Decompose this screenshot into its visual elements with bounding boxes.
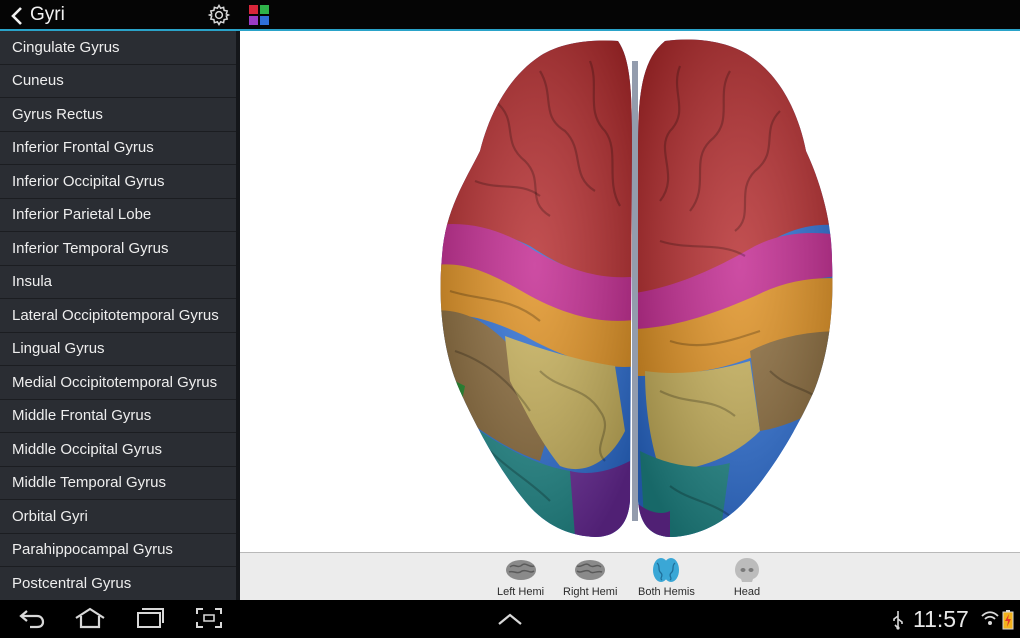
recent-apps-icon[interactable]	[135, 607, 165, 629]
status-clock: 11:57	[913, 606, 969, 632]
left-hemisphere-icon	[505, 560, 536, 580]
longitudinal-fissure	[632, 61, 638, 521]
home-icon[interactable]	[74, 607, 106, 629]
list-item[interactable]: Medial Occipitotemporal Gyrus	[0, 366, 239, 400]
battery-charging-icon	[1002, 610, 1014, 630]
action-bar: Gyri	[0, 0, 1020, 31]
head-icon	[735, 558, 759, 582]
both-hemis-button[interactable]: Both Hemis	[638, 557, 695, 598]
list-item[interactable]: Cingulate Gyrus	[0, 31, 239, 65]
gyri-list[interactable]: Cingulate Gyrus Cuneus Gyrus Rectus Infe…	[0, 31, 239, 600]
screenshot-icon[interactable]	[195, 607, 223, 629]
list-item[interactable]: Middle Frontal Gyrus	[0, 400, 239, 433]
view-toolbar: Left Hemi Right Hemi Both Hemis Head	[240, 552, 1020, 600]
right-hemisphere[interactable]	[635, 31, 845, 552]
left-hemisphere[interactable]	[430, 31, 640, 552]
right-hemi-label: Right Hemi	[563, 586, 618, 598]
brain-model-illustration[interactable]	[240, 31, 1020, 552]
list-item[interactable]: Inferior Occipital Gyrus	[0, 165, 239, 199]
system-nav-bar: 11:57	[0, 600, 1020, 638]
list-item[interactable]: Lateral Occipitotemporal Gyrus	[0, 299, 239, 333]
list-item[interactable]: Inferior Temporal Gyrus	[0, 232, 239, 266]
list-item[interactable]: Middle Occipital Gyrus	[0, 433, 239, 467]
head-button[interactable]: Head	[733, 557, 761, 598]
list-item[interactable]: Parahippocampal Gyrus	[0, 534, 239, 567]
list-item[interactable]: Inferior Frontal Gyrus	[0, 132, 239, 165]
gear-icon[interactable]	[207, 3, 231, 27]
right-hemi-button[interactable]: Right Hemi	[563, 557, 617, 598]
list-item[interactable]: Gyrus Rectus	[0, 98, 239, 132]
back-icon[interactable]	[18, 607, 46, 629]
list-item[interactable]: Inferior Parietal Lobe	[0, 199, 239, 232]
list-item[interactable]: Middle Temporal Gyrus	[0, 467, 239, 500]
usb-icon	[893, 611, 903, 630]
chevron-up-icon[interactable]	[497, 612, 523, 626]
list-item[interactable]: Orbital Gyri	[0, 500, 239, 534]
left-hemi-label: Left Hemi	[497, 586, 545, 598]
list-item[interactable]: Postcentral Gyrus	[0, 567, 239, 600]
right-hemisphere-icon	[575, 560, 606, 580]
list-item[interactable]: Insula	[0, 266, 239, 299]
left-hemi-button[interactable]: Left Hemi	[497, 557, 544, 598]
list-item[interactable]: Lingual Gyrus	[0, 333, 239, 366]
head-label: Head	[733, 586, 761, 598]
page-title: Gyri	[30, 4, 65, 25]
brain-viewer[interactable]	[240, 31, 1020, 552]
back-chevron-icon[interactable]	[10, 6, 24, 26]
list-item[interactable]: Cuneus	[0, 65, 239, 98]
both-hemis-label: Both Hemis	[638, 586, 695, 598]
wifi-icon	[981, 611, 999, 625]
color-grid-icon[interactable]	[249, 5, 269, 25]
both-hemispheres-icon	[653, 558, 680, 582]
